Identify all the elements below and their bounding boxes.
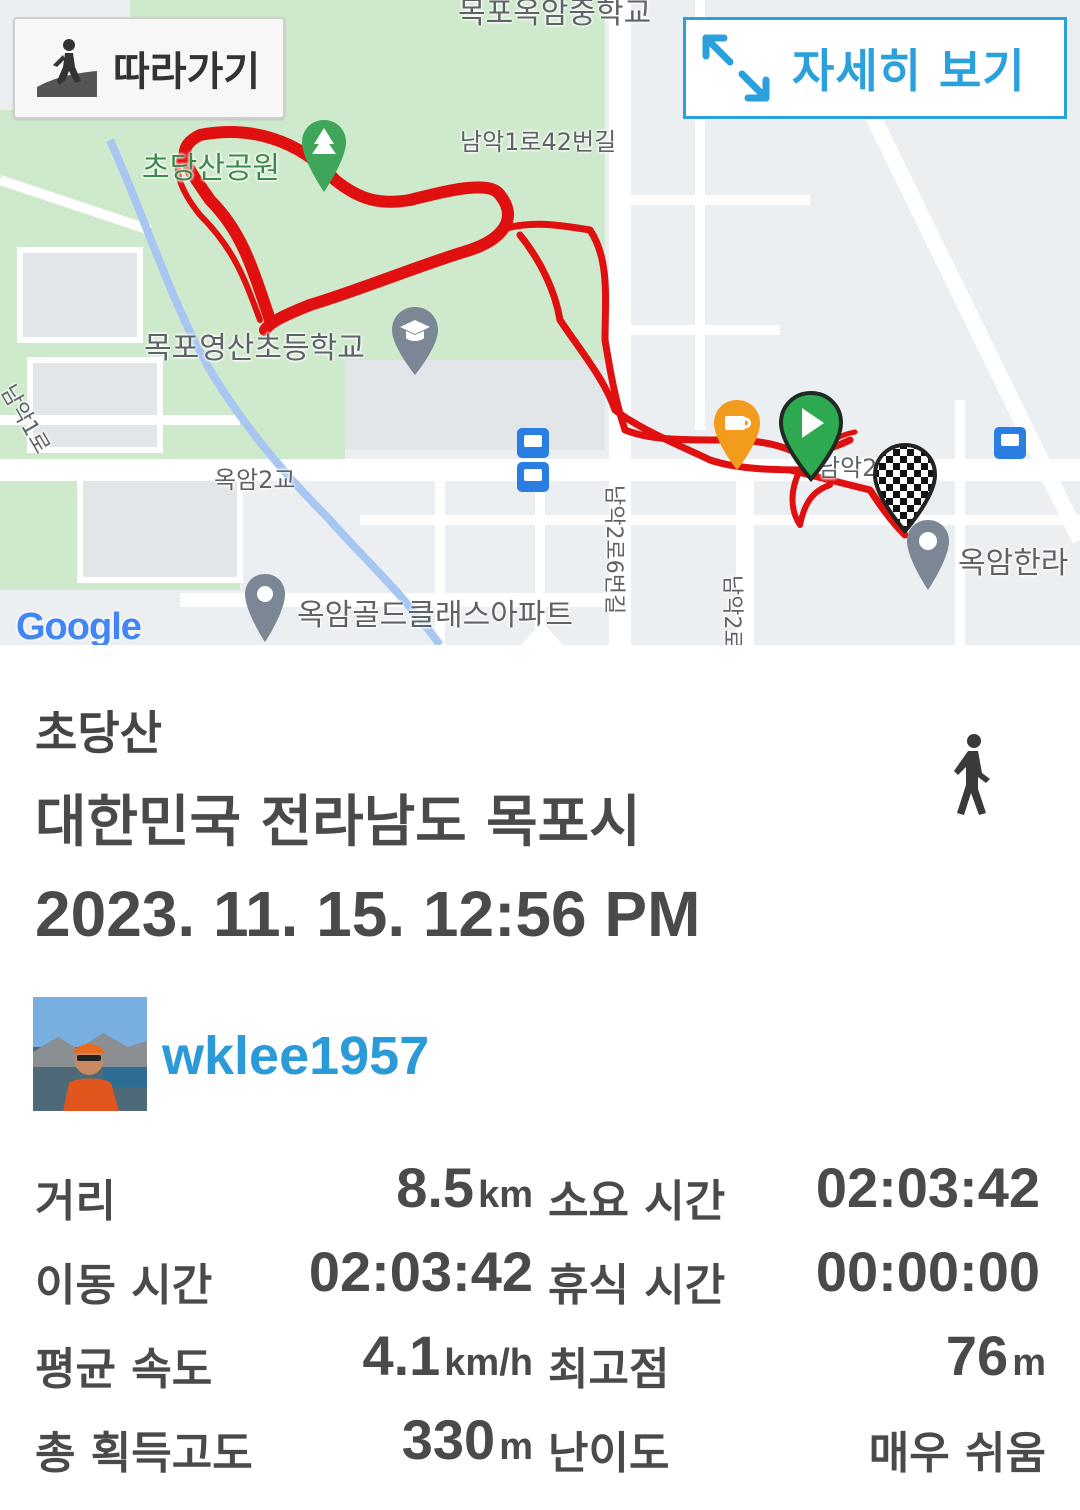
map-label-bridge: 옥암2교 (214, 466, 296, 494)
max-altitude-value: 76 m (945, 1324, 1046, 1387)
avatar-image (33, 997, 147, 1111)
walking-icon (954, 734, 990, 815)
activity-info-panel: 초당산 대한민국 전라남도 목포시 2023. 11. 15. 12:56 PM… (0, 645, 1080, 1510)
total-ascent-label: 총 획득고도 (35, 1428, 253, 1479)
max-altitude-label: 최고점 (548, 1344, 670, 1395)
activity-title: 초당산 (35, 706, 162, 760)
map-label-hanra: 옥암한라 (958, 546, 1069, 581)
bus-stop-icon-2 (994, 427, 1026, 459)
rest-time-value: 00:00:00 (815, 1240, 1040, 1303)
distance-label: 거리 (35, 1176, 116, 1227)
finish-marker-icon[interactable] (872, 442, 938, 534)
distance-value: 8.5 km (396, 1156, 533, 1219)
avg-speed-unit: km/h (444, 1342, 533, 1384)
callout-pointer (520, 622, 564, 645)
school-pin-icon (392, 307, 438, 375)
route-map[interactable]: 목포옥암중학교 남악1로42번길 초당산공원 목포영산초등학교 남악1로 옥암2… (0, 0, 1080, 645)
google-logo: Google (16, 606, 142, 645)
map-label-road: 남악1로42번길 (460, 128, 617, 156)
view-details-button[interactable]: 자세히 보기 (683, 17, 1067, 119)
map-label-elementary: 목포영산초등학교 (144, 331, 365, 366)
rest-time-label: 휴식 시간 (548, 1260, 726, 1311)
max-altitude-unit: m (1012, 1342, 1046, 1384)
activity-location: 대한민국 전라남도 목포시 (35, 790, 641, 855)
follow-button[interactable]: 따라가기 (13, 17, 285, 119)
avg-speed-value: 4.1 km/h (362, 1324, 533, 1387)
map-label-road-bottom: 남악2로 (719, 575, 744, 645)
apartment-pin-icon (245, 574, 285, 642)
moving-time-value: 02:03:42 (308, 1240, 533, 1303)
cafe-pin-icon (714, 400, 760, 470)
difficulty-label: 난이도 (548, 1428, 670, 1479)
view-details-label: 자세히 보기 (792, 44, 1026, 98)
park-pin-icon (302, 120, 346, 192)
map-label-school: 목포옥암중학교 (458, 0, 652, 31)
expand-icon (702, 34, 770, 102)
difficulty-value: 매우 쉬움 (868, 1428, 1046, 1479)
map-label-park: 초당산공원 (142, 151, 280, 186)
distance-unit: km (478, 1174, 533, 1216)
duration-value: 02:03:42 (815, 1156, 1040, 1219)
activity-datetime: 2023. 11. 15. 12:56 PM (35, 878, 701, 950)
user-name-link[interactable]: wklee1957 (162, 1025, 429, 1087)
moving-time-label: 이동 시간 (35, 1260, 213, 1311)
hiker-icon (37, 39, 97, 97)
follow-button-label: 따라가기 (113, 49, 261, 95)
duration-label: 소요 시간 (548, 1176, 726, 1227)
total-ascent-value: 330 m (401, 1408, 533, 1471)
avg-speed-label: 평균 속도 (35, 1344, 213, 1395)
user-avatar[interactable] (33, 997, 147, 1111)
map-label-road-mid: 남악2로6번길 (601, 485, 626, 615)
start-marker-icon[interactable] (778, 390, 844, 482)
total-ascent-unit: m (499, 1426, 533, 1468)
bus-stop-icon (517, 428, 549, 492)
